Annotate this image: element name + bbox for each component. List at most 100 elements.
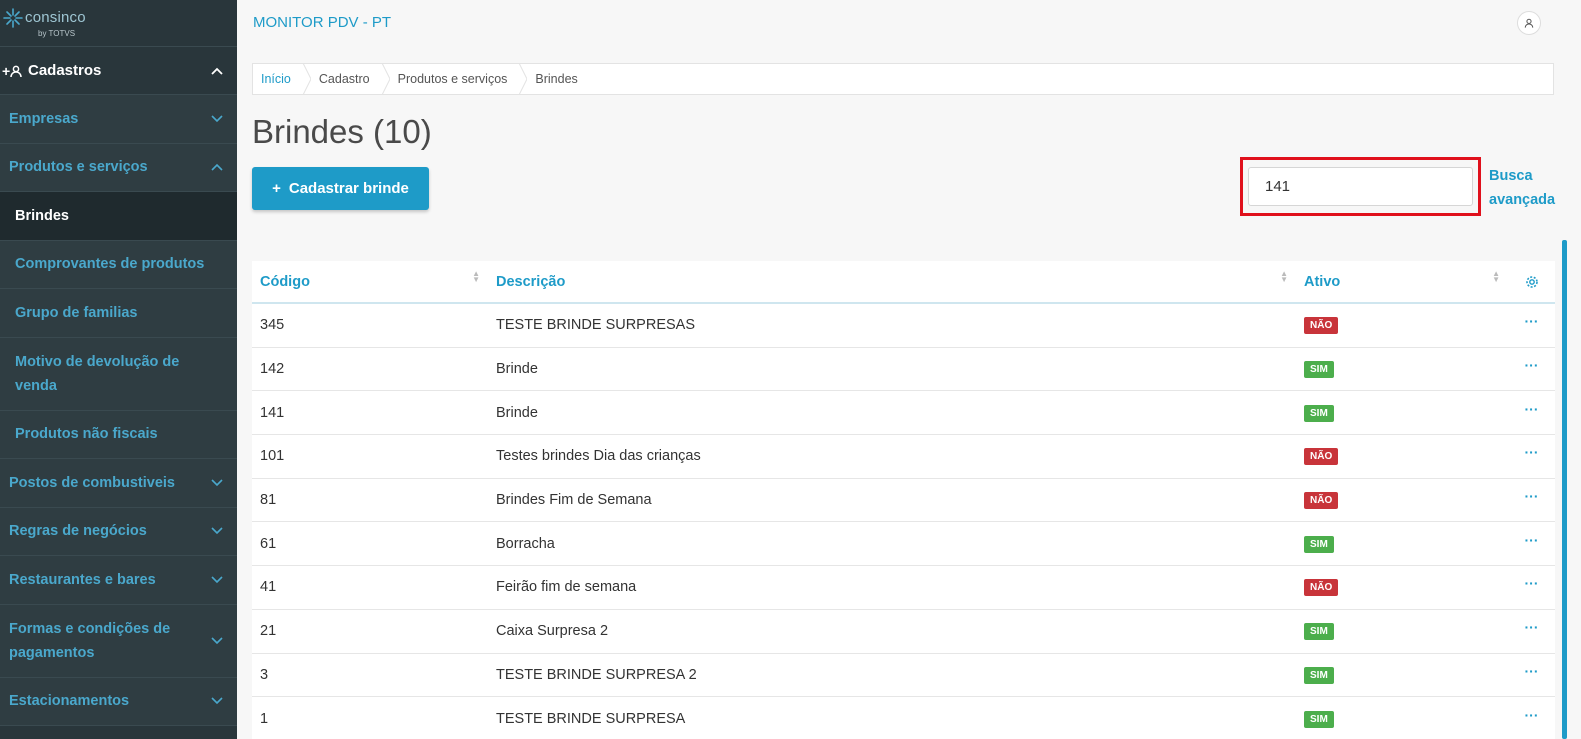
cell-codigo: 345 — [260, 317, 285, 334]
cell-codigo: 61 — [260, 535, 277, 552]
sidebar-item-produtos-e-servicos[interactable]: Produtos e serviços — [0, 143, 237, 192]
cell-descricao: Feirão fim de semana — [496, 579, 637, 596]
table-row[interactable]: 81 Brindes Fim de Semana NÃO ··· — [252, 479, 1555, 523]
chevron-up-icon — [211, 65, 223, 77]
scrollbar[interactable] — [1562, 240, 1567, 739]
table-header: Código ▲ ▼ Descrição ▲ ▼ Ativo ▲ ▼ — [252, 261, 1555, 304]
sort-icon[interactable]: ▲ ▼ — [472, 270, 480, 284]
breadcrumb-item-produtos[interactable]: Produtos e serviços — [390, 64, 520, 94]
more-options-icon[interactable]: ··· — [1525, 707, 1539, 723]
sidebar-item-label: Regras de negócios — [9, 523, 147, 540]
row-actions-cell: ··· — [1508, 488, 1555, 504]
sidebar-item-postos-de-combustiveis[interactable]: Postos de combustiveis — [0, 459, 237, 508]
breadcrumb-item-cadastro[interactable]: Cadastro — [311, 64, 382, 94]
more-options-icon[interactable]: ··· — [1525, 619, 1539, 635]
table-row[interactable]: 21 Caixa Surpresa 2 SIM ··· — [252, 610, 1555, 654]
user-icon[interactable] — [1517, 11, 1541, 35]
app-title: MONITOR PDV - PT — [253, 14, 392, 31]
cell-descricao: Testes brindes Dia das crianças — [496, 448, 701, 465]
sidebar-item-brindes[interactable]: Brindes — [0, 192, 237, 241]
add-brinde-button[interactable]: + Cadastrar brinde — [252, 167, 429, 210]
add-user-icon: + — [2, 63, 28, 79]
sidebar-item-comprovantes-de-produtos[interactable]: Comprovantes de produtos — [0, 240, 237, 289]
row-actions-cell: ··· — [1508, 663, 1555, 679]
column-header-descricao[interactable]: Descrição ▲ ▼ — [488, 261, 1296, 302]
status-badge: NÃO — [1304, 492, 1339, 510]
sidebar-item-motivo-de-devolucao-de-venda[interactable]: Motivo de devolução de venda — [0, 337, 237, 411]
search-box — [1248, 167, 1473, 206]
cell-descricao: TESTE BRINDE SURPRESA 2 — [496, 666, 697, 683]
cell-codigo: 81 — [260, 492, 277, 509]
table-row[interactable]: 3 TESTE BRINDE SURPRESA 2 SIM ··· — [252, 654, 1555, 698]
cell-ativo: NÃO — [1296, 578, 1508, 597]
status-badge: SIM — [1304, 623, 1334, 641]
brand-name: consinco — [25, 9, 86, 26]
sidebar-item-produtos-nao-fiscais[interactable]: Produtos não fiscais — [0, 410, 237, 459]
breadcrumb-item-brindes: Brindes — [535, 72, 578, 86]
column-header-codigo[interactable]: Código ▲ ▼ — [252, 261, 488, 302]
chevron-down-icon — [211, 525, 223, 537]
table-row[interactable]: 1 TESTE BRINDE SURPRESA SIM ··· — [252, 697, 1555, 739]
cell-descricao: TESTE BRINDE SURPRESA — [496, 710, 686, 727]
more-options-icon[interactable]: ··· — [1525, 444, 1539, 460]
row-actions-cell: ··· — [1508, 357, 1555, 373]
status-badge: SIM — [1304, 404, 1334, 422]
breadcrumb-separator-icon — [519, 63, 528, 95]
sidebar-item-label: Motivo de devolução de venda — [15, 353, 180, 394]
breadcrumb-separator-icon — [381, 63, 390, 95]
sort-icon[interactable]: ▲ ▼ — [1492, 270, 1500, 284]
more-options-icon[interactable]: ··· — [1525, 313, 1539, 329]
chevron-down-icon — [211, 113, 223, 125]
chevron-down-icon — [211, 477, 223, 489]
cell-ativo: NÃO — [1296, 491, 1508, 510]
more-options-icon[interactable]: ··· — [1525, 575, 1539, 591]
more-options-icon[interactable]: ··· — [1525, 357, 1539, 373]
logo[interactable]: consinco by TOTVS — [0, 0, 237, 47]
sort-icon[interactable]: ▲ ▼ — [1280, 270, 1288, 284]
table-row[interactable]: 41 Feirão fim de semana NÃO ··· — [252, 566, 1555, 610]
cell-ativo: NÃO — [1296, 447, 1508, 466]
table-row[interactable]: 61 Borracha SIM ··· — [252, 522, 1555, 567]
status-badge: SIM — [1304, 666, 1334, 684]
status-badge: SIM — [1304, 535, 1334, 553]
page-title: Brindes (10) — [252, 113, 432, 150]
table-row[interactable]: 141 Brinde SIM ··· — [252, 391, 1555, 436]
table-row[interactable]: 345 TESTE BRINDE SURPRESAS NÃO ··· — [252, 304, 1555, 348]
cell-ativo: SIM — [1296, 622, 1508, 641]
sidebar-item-restaurantes-e-bares[interactable]: Restaurantes e bares — [0, 556, 237, 605]
more-options-icon[interactable]: ··· — [1525, 663, 1539, 679]
sidebar-item-estacionamentos[interactable]: Estacionamentos — [0, 677, 237, 726]
cell-descricao: Borracha — [496, 535, 555, 552]
more-options-icon[interactable]: ··· — [1525, 488, 1539, 504]
cell-codigo: 141 — [260, 404, 285, 421]
brand-byline: by TOTVS — [38, 29, 76, 38]
breadcrumb-separator-icon — [302, 63, 311, 95]
gear-icon[interactable] — [1525, 275, 1539, 289]
cell-ativo: SIM — [1296, 710, 1508, 728]
row-actions-cell: ··· — [1508, 313, 1555, 329]
cell-descricao: TESTE BRINDE SURPRESAS — [496, 317, 696, 334]
sidebar-item-empresas[interactable]: Empresas — [0, 95, 237, 144]
table-row[interactable]: 142 Brinde SIM ··· — [252, 348, 1555, 392]
more-options-icon[interactable]: ··· — [1525, 401, 1539, 417]
chevron-down-icon — [211, 635, 223, 647]
menu-section-cadastros[interactable]: + Cadastros — [0, 47, 237, 95]
table-row[interactable]: 101 Testes brindes Dia das crianças NÃO ··· — [252, 435, 1555, 479]
consinco-logo-icon — [3, 8, 23, 28]
status-badge: NÃO — [1304, 448, 1339, 466]
cell-ativo: NÃO — [1296, 316, 1508, 335]
search-input[interactable] — [1265, 178, 1464, 195]
more-options-icon[interactable]: ··· — [1525, 532, 1539, 548]
sidebar-item-grupo-de-familias[interactable]: Grupo de familias — [0, 289, 237, 338]
column-settings[interactable] — [1508, 261, 1555, 302]
sidebar-item-regras-de-negocios[interactable]: Regras de negócios — [0, 507, 237, 556]
sidebar-item-label: Brindes — [15, 207, 69, 224]
sidebar-item-formas-e-condicoes-de-pagamentos[interactable]: Formas e condições de pagamentos — [0, 604, 237, 678]
main-content: MONITOR PDV - PT Início Cadastro Produto… — [237, 0, 1581, 739]
advanced-search-link[interactable]: Busca avançada — [1489, 164, 1559, 212]
row-actions-cell: ··· — [1508, 532, 1555, 548]
sidebar-item-label: Comprovantes de produtos — [15, 256, 205, 273]
search-highlight — [1240, 157, 1481, 216]
column-header-ativo[interactable]: Ativo ▲ ▼ — [1296, 261, 1508, 302]
breadcrumb-item-inicio[interactable]: Início — [253, 64, 303, 94]
